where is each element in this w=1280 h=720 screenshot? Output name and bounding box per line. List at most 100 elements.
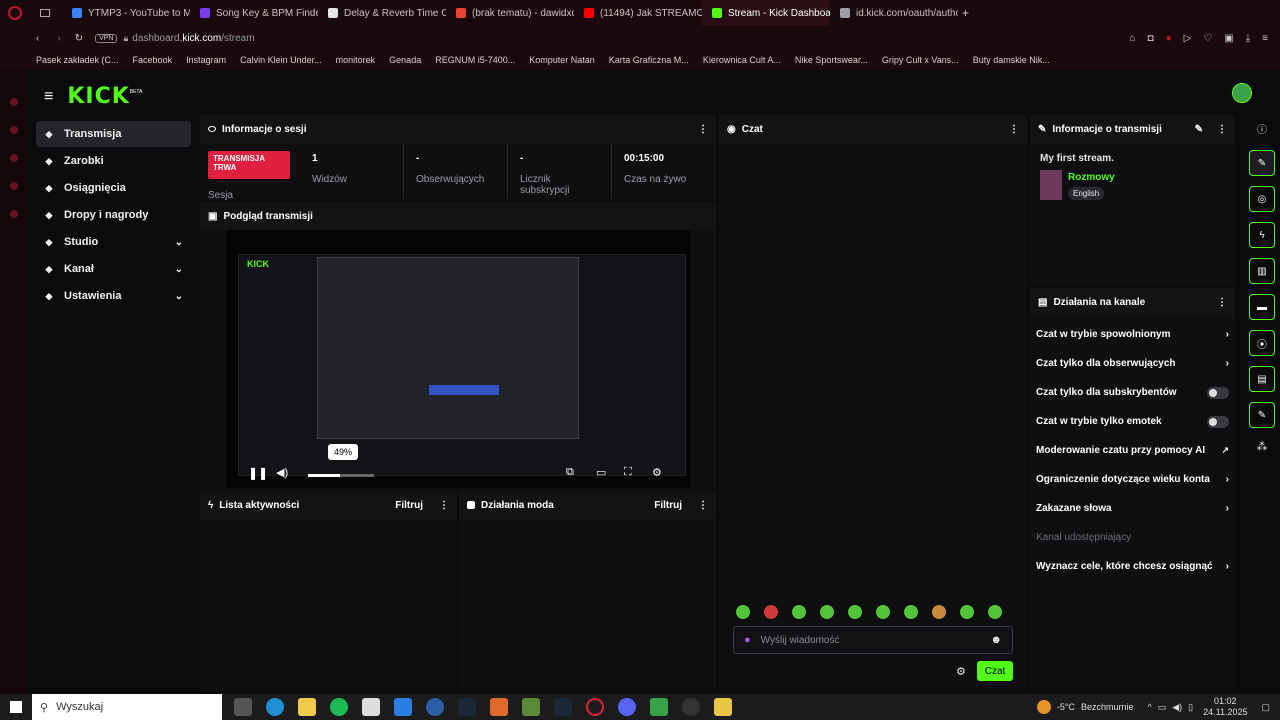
reload-icon[interactable]: ↻ — [75, 33, 83, 44]
bookmark-item[interactable]: Calvin Klein Under... — [240, 55, 322, 65]
chat-input[interactable]: ● Wyślij wiadomość ☻ — [733, 626, 1013, 654]
app-icon[interactable] — [554, 698, 572, 716]
bookmark-item[interactable]: Genada — [389, 55, 421, 65]
file-explorer-icon[interactable] — [298, 698, 316, 716]
bookmark-item[interactable]: Facebook — [133, 55, 173, 65]
bookmark-item[interactable]: REGNUM i5-7400... — [435, 55, 515, 65]
bookmark-item[interactable]: Komputer Natan — [529, 55, 595, 65]
emoji-icon[interactable]: ☻ — [990, 634, 1002, 646]
bolt-rail-icon[interactable]: ϟ — [1249, 222, 1275, 248]
opera-logo-icon[interactable] — [8, 6, 22, 20]
emote-icon[interactable] — [988, 605, 1002, 619]
camera-icon[interactable]: ◘ — [1148, 33, 1154, 44]
channel-action-item[interactable]: Czat w trybie spowolnionym › — [1030, 320, 1235, 349]
browser-tab[interactable]: (brak tematu) - dawidxd — [446, 0, 574, 26]
record-icon[interactable]: ● — [1166, 33, 1172, 44]
hamburger-menu-icon[interactable]: ≡ — [44, 88, 53, 106]
sidebar-dot-icon[interactable] — [10, 126, 18, 134]
network-icon[interactable]: ▭ — [1158, 702, 1167, 713]
channel-action-item[interactable]: Moderowanie czatu przy pomocy AI ↗ — [1030, 436, 1235, 465]
settings-icon[interactable]: ⚙ — [652, 466, 662, 479]
channel-action-item[interactable]: Zakazane słowa › — [1030, 494, 1235, 523]
info-icon[interactable]: ⓘ — [1244, 121, 1280, 136]
channel-action-item[interactable]: Czat tylko dla subskrybentów — [1030, 378, 1235, 407]
nav-item-2[interactable]: ◆ Osiągnięcia — [36, 175, 191, 201]
edit-icon[interactable]: ✎ — [1195, 124, 1203, 135]
emote-icon[interactable] — [960, 605, 974, 619]
clipboard-rail-icon[interactable]: ▥ — [1249, 258, 1275, 284]
bookmark-item[interactable]: Kierownica Cult A... — [703, 55, 781, 65]
pip-icon[interactable]: ⧉ — [566, 466, 574, 479]
browser-tab[interactable]: YTMP3 - YouTube to MP3 — [62, 0, 190, 26]
emote-icon[interactable] — [736, 605, 750, 619]
app-icon[interactable] — [650, 698, 668, 716]
bookmark-item[interactable]: Buty damskie Nik... — [973, 55, 1050, 65]
clock-date[interactable]: 24.11.2025 — [1203, 707, 1247, 718]
category-link[interactable]: Rozmowy — [1068, 172, 1115, 183]
browser-tab[interactable]: (11494) Jak STREAMOWAĆ — [574, 0, 702, 26]
speaker-icon[interactable]: ◀) — [1172, 702, 1182, 713]
emote-icon[interactable] — [792, 605, 806, 619]
obs-icon[interactable] — [714, 698, 732, 716]
kebab-menu-icon[interactable]: ⋮ — [1217, 124, 1227, 135]
volume-icon[interactable]: ◀) — [276, 466, 288, 479]
avatar[interactable] — [1232, 83, 1252, 103]
battery-icon[interactable]: ▯ — [1188, 702, 1193, 713]
sidebar-dot-icon[interactable] — [10, 182, 18, 190]
edit-rail-icon[interactable]: ✎ — [1249, 150, 1275, 176]
play-icon[interactable]: ▷ — [1184, 33, 1192, 44]
pin-icon[interactable]: ⌂ — [1129, 33, 1135, 44]
wrench-rail-icon[interactable]: ✎ — [1249, 402, 1275, 428]
nav-item-5[interactable]: ◆ Kanał ⌄ — [36, 256, 191, 282]
pause-icon[interactable]: ❚❚ — [248, 466, 268, 480]
nav-item-0[interactable]: ◆ Transmisja — [36, 121, 191, 147]
windows-start-icon[interactable] — [10, 701, 22, 713]
microphone-icon[interactable]: ● — [744, 634, 751, 646]
channel-action-item[interactable]: Wyznacz cele, które chcesz osiągnąć › — [1030, 552, 1235, 581]
new-tab-button[interactable]: + — [962, 6, 969, 20]
heart-icon[interactable]: ♡ — [1203, 33, 1212, 44]
back-icon[interactable]: ‹ — [36, 33, 39, 44]
toggle-switch[interactable] — [1207, 415, 1229, 428]
bookmark-item[interactable]: Karta Graficzna M... — [609, 55, 689, 65]
kebab-menu-icon[interactable]: ⋮ — [698, 500, 708, 511]
plugin-icon[interactable]: ⁂ — [1244, 440, 1280, 453]
edge-icon[interactable] — [266, 698, 284, 716]
emote-icon[interactable] — [876, 605, 890, 619]
clock-time[interactable]: 01:02 — [1203, 696, 1247, 707]
kebab-menu-icon[interactable]: ⋮ — [1009, 124, 1019, 135]
emote-icon[interactable] — [764, 605, 778, 619]
nav-item-3[interactable]: ◆ Dropy i nagrody — [36, 202, 191, 228]
broadcast-rail-icon[interactable]: ⦿ — [1249, 330, 1275, 356]
task-view-icon[interactable] — [234, 698, 252, 716]
opera-icon[interactable] — [586, 698, 604, 716]
vpn-badge[interactable]: VPN — [95, 33, 118, 43]
emote-icon[interactable] — [904, 605, 918, 619]
emote-icon[interactable] — [820, 605, 834, 619]
box-icon[interactable]: ▣ — [1224, 33, 1233, 44]
kebab-menu-icon[interactable]: ⋮ — [439, 500, 449, 511]
url-field[interactable]: dashboard.kick.com/stream — [132, 33, 254, 44]
steam-icon[interactable] — [458, 698, 476, 716]
app-icon[interactable] — [682, 698, 700, 716]
channel-rail-icon[interactable]: ▤ — [1249, 366, 1275, 392]
browser-tab[interactable]: Song Key & BPM Finder | — [190, 0, 318, 26]
mod-filter-button[interactable]: Filtruj — [654, 500, 682, 511]
discord-icon[interactable] — [618, 698, 636, 716]
sidebar-dot-icon[interactable] — [10, 210, 18, 218]
kebab-menu-icon[interactable]: ⋮ — [698, 124, 708, 135]
chat-settings-icon[interactable]: ⚙ — [956, 665, 966, 678]
bookmark-item[interactable]: Nike Sportswear... — [795, 55, 868, 65]
app-icon[interactable] — [522, 698, 540, 716]
bookmark-item[interactable]: Instagram — [186, 55, 226, 65]
bookmark-item[interactable]: monitorek — [336, 55, 376, 65]
weather-icon[interactable] — [1036, 700, 1051, 714]
app-icon[interactable] — [426, 698, 444, 716]
bookmark-item[interactable]: Pasek zakładek (C... — [36, 55, 119, 65]
fullscreen-icon[interactable]: ⛶ — [624, 466, 632, 479]
nav-item-1[interactable]: ◆ Zarobki — [36, 148, 191, 174]
browser-tab[interactable]: Delay & Reverb Time Calc — [318, 0, 446, 26]
chat-rail-icon[interactable]: ▬ — [1249, 294, 1275, 320]
download-icon[interactable]: ⤓ — [1246, 33, 1250, 44]
video-player[interactable]: KICK 49% ❚❚ ◀) ⧉ ▭ ⛶ ⚙ — [226, 230, 690, 488]
